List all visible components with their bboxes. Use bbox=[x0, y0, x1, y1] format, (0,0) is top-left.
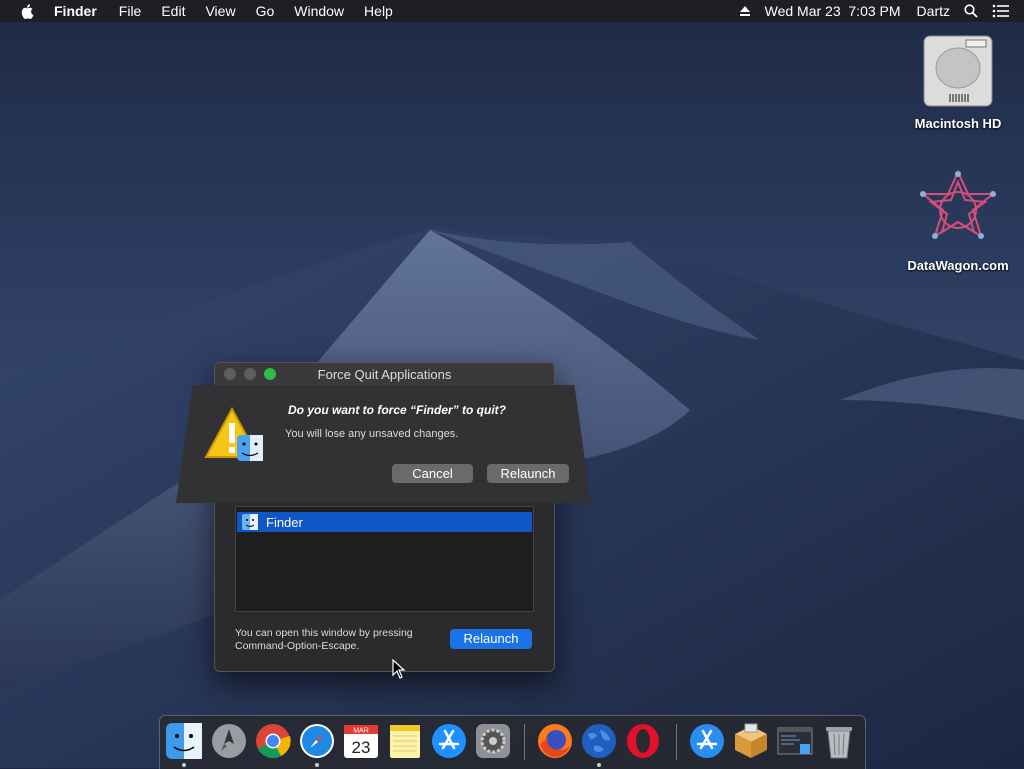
calendar-icon[interactable]: MAR 23 bbox=[342, 722, 380, 760]
firefox-icon[interactable] bbox=[536, 722, 574, 760]
sheet-title: Do you want to force “Finder” to quit? bbox=[288, 403, 506, 417]
package-installer-icon[interactable] bbox=[732, 722, 770, 760]
launchpad-icon[interactable] bbox=[210, 722, 248, 760]
calendar-month: MAR bbox=[353, 728, 369, 735]
screenshot-viewer-icon[interactable] bbox=[776, 722, 814, 760]
cancel-button[interactable]: Cancel bbox=[392, 464, 473, 483]
window-titlebar[interactable]: Force Quit Applications bbox=[215, 363, 554, 386]
opera-icon[interactable] bbox=[624, 722, 662, 760]
hint-line-2: Command-Option-Escape. bbox=[235, 640, 360, 652]
list-item-finder[interactable]: Finder bbox=[237, 512, 532, 532]
hard-drive-icon bbox=[923, 35, 993, 107]
app-store-downloads-icon[interactable] bbox=[688, 722, 726, 760]
warning-icon bbox=[204, 407, 263, 461]
window-title: Force Quit Applications bbox=[317, 367, 452, 382]
chrome-icon[interactable] bbox=[254, 722, 292, 760]
dock-separator bbox=[676, 724, 677, 760]
dock-separator bbox=[524, 724, 525, 760]
menu-edit[interactable]: Edit bbox=[161, 3, 185, 19]
spotlight-search-icon[interactable] bbox=[964, 4, 978, 18]
system-preferences-icon[interactable] bbox=[474, 722, 512, 760]
apple-menu-icon[interactable] bbox=[20, 3, 36, 19]
menu-bar: Finder File Edit View Go Window Help Wed… bbox=[0, 0, 1024, 22]
application-list[interactable]: Finder bbox=[235, 506, 534, 612]
calendar-day: 23 bbox=[352, 738, 371, 757]
menu-user[interactable]: Dartz bbox=[917, 3, 950, 19]
menu-go[interactable]: Go bbox=[256, 3, 275, 19]
menu-clock[interactable]: Wed Mar 23 7:03 PM bbox=[765, 3, 901, 19]
menu-view[interactable]: View bbox=[205, 3, 235, 19]
dock: MAR 23 bbox=[159, 715, 866, 769]
running-indicator bbox=[182, 763, 186, 767]
finder-icon[interactable] bbox=[165, 722, 203, 760]
force-quit-confirmation-sheet: Do you want to force “Finder” to quit? Y… bbox=[176, 385, 591, 503]
network-globe-icon[interactable] bbox=[580, 722, 618, 760]
desktop-icon-label: Macintosh HD bbox=[914, 116, 1002, 131]
notes-icon[interactable] bbox=[386, 722, 424, 760]
running-indicator bbox=[597, 763, 601, 767]
menu-extras: Wed Mar 23 7:03 PM Dartz bbox=[739, 0, 1024, 22]
keyboard-shortcut-hint: You can open this window by pressing Com… bbox=[235, 627, 445, 653]
list-item-label: Finder bbox=[266, 514, 303, 530]
menu-help[interactable]: Help bbox=[364, 3, 393, 19]
hint-line-1: You can open this window by pressing bbox=[235, 627, 413, 639]
sheet-relaunch-button[interactable]: Relaunch bbox=[487, 464, 569, 483]
mouse-cursor-icon bbox=[392, 659, 406, 679]
sheet-message: You will lose any unsaved changes. bbox=[285, 428, 459, 440]
relaunch-button[interactable]: Relaunch bbox=[450, 629, 532, 649]
running-indicator bbox=[315, 763, 319, 767]
trash-icon[interactable] bbox=[820, 722, 858, 760]
menu-file[interactable]: File bbox=[119, 3, 142, 19]
eject-icon[interactable] bbox=[739, 5, 751, 17]
safari-icon[interactable] bbox=[298, 722, 336, 760]
menu-window[interactable]: Window bbox=[294, 3, 344, 19]
menu-app-name[interactable]: Finder bbox=[54, 3, 97, 19]
finder-icon bbox=[242, 514, 258, 530]
app-store-icon[interactable] bbox=[430, 722, 468, 760]
desktop-icon-datawagon[interactable]: DataWagon.com bbox=[898, 168, 1018, 273]
desktop-icon-macintosh-hd[interactable]: Macintosh HD bbox=[898, 32, 1018, 131]
desktop-icon-label: DataWagon.com bbox=[907, 258, 1009, 273]
datawagon-icon bbox=[920, 169, 996, 239]
notification-center-icon[interactable] bbox=[992, 4, 1010, 18]
